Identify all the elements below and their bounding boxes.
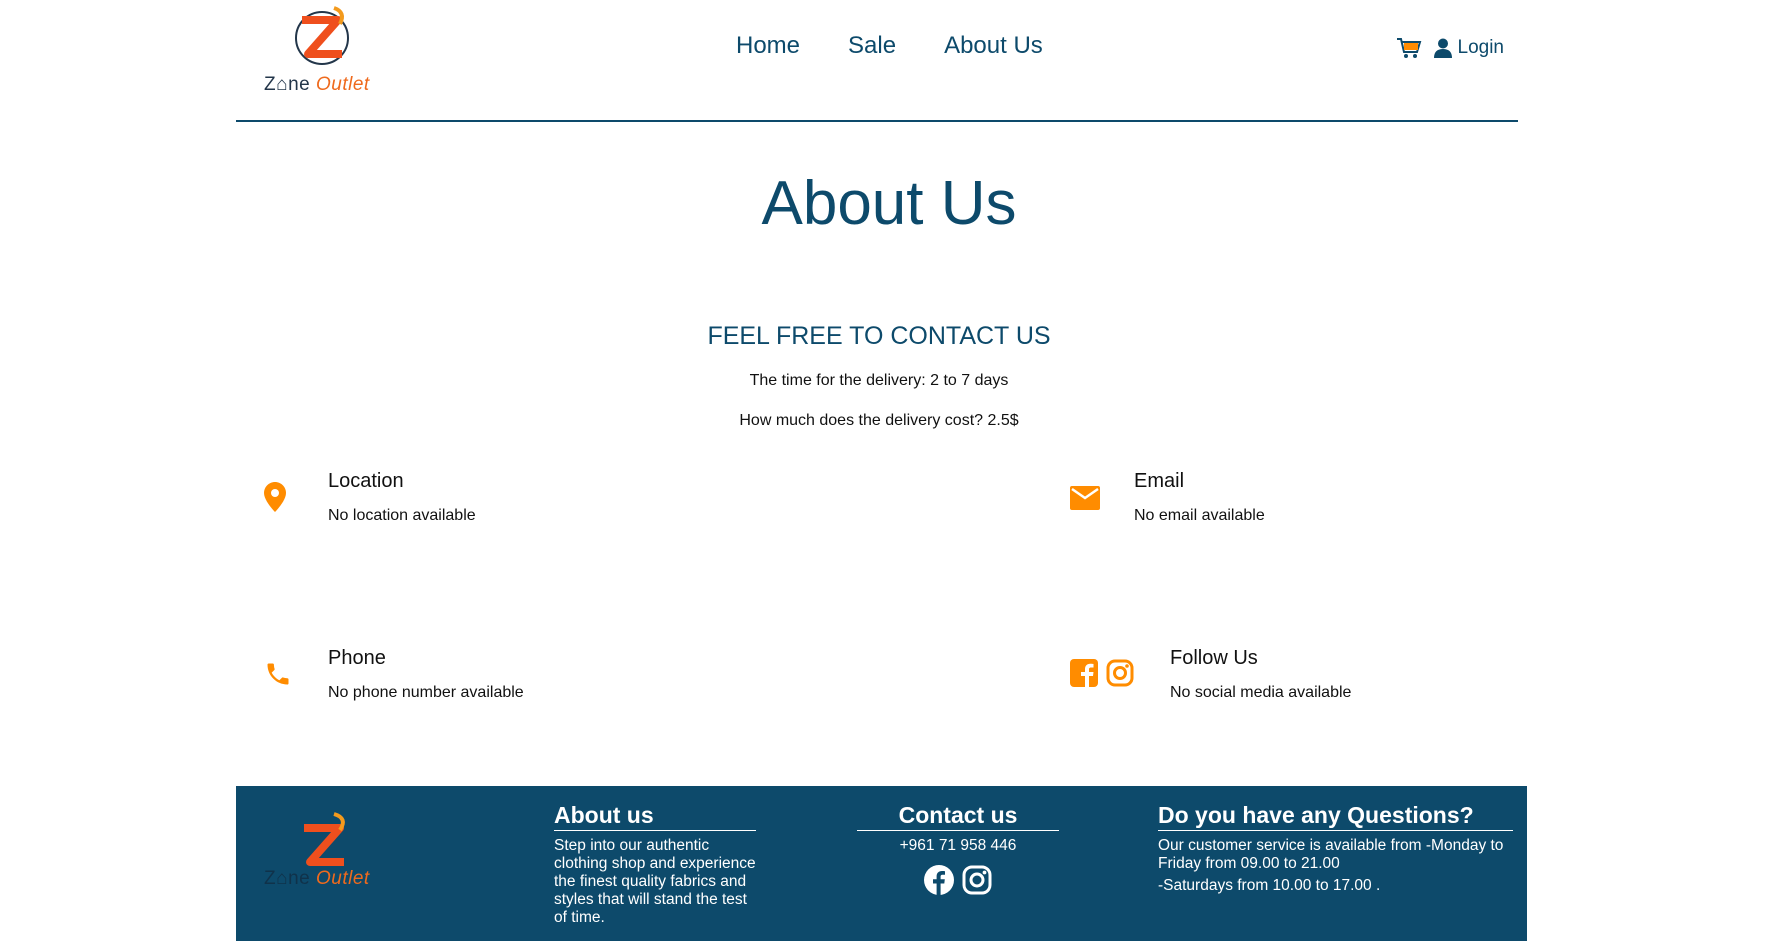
brand-name-zone: Z⌂ne — [264, 74, 311, 95]
footer-facebook-icon[interactable] — [924, 865, 954, 895]
page-title: About Us — [761, 169, 1017, 238]
email-value: No email available — [1134, 507, 1265, 524]
follow-value: No social media available — [1170, 684, 1352, 701]
footer-about: About us Step into our authentic clothin… — [554, 802, 756, 927]
brand-name: Z⌂ne Outlet — [264, 74, 370, 96]
envelope-icon — [1070, 486, 1100, 510]
brand-name-outlet: Outlet — [316, 74, 370, 95]
footer-instagram-icon[interactable] — [962, 865, 992, 895]
login-button[interactable]: Login — [1433, 37, 1505, 59]
delivery-time-text: The time for the delivery: 2 to 7 days — [749, 372, 1009, 389]
footer-contact: Contact us +961 71 958 446 — [857, 802, 1059, 895]
footer-questions: Do you have any Questions? Our customer … — [1158, 802, 1513, 895]
nav-home[interactable]: Home — [736, 32, 800, 60]
delivery-cost-text: How much does the delivery cost? 2.5$ — [739, 412, 1019, 429]
footer-brand-name-outlet: Outlet — [316, 868, 370, 889]
cart-icon[interactable] — [1396, 36, 1422, 60]
nav-about-us[interactable]: About Us — [944, 32, 1043, 60]
footer-social-links — [857, 865, 1059, 895]
site-header: Z⌂ne Outlet Home Sale About Us Login — [236, 0, 1518, 122]
footer-logo-emblem-icon — [304, 812, 345, 866]
phone-icon — [267, 663, 289, 685]
contact-heading: FEEL FREE TO CONTACT US — [707, 322, 1051, 350]
map-pin-icon — [264, 482, 286, 512]
footer-hours-saturday: -Saturdays from 10.00 to 17.00 . — [1158, 877, 1381, 894]
phone-value: No phone number available — [328, 684, 524, 701]
brand-logo[interactable]: Z⌂ne Outlet — [264, 2, 392, 98]
nav-sale[interactable]: Sale — [848, 32, 896, 60]
footer-brand-name-zone: Z⌂ne — [264, 868, 311, 889]
instagram-icon[interactable] — [1106, 659, 1134, 687]
facebook-icon[interactable] — [1070, 659, 1098, 687]
footer-brand-name: Z⌂ne Outlet — [264, 868, 370, 890]
location-title: Location — [328, 470, 404, 492]
login-label: Login — [1457, 37, 1505, 58]
location-value: No location available — [328, 507, 476, 524]
main-nav: Home Sale About Us — [736, 32, 1043, 60]
footer-about-text: Step into our authentic clothing shop an… — [554, 837, 756, 926]
user-area: Login — [1396, 36, 1505, 60]
footer-questions-heading: Do you have any Questions? — [1158, 802, 1513, 831]
footer-phone: +961 71 958 446 — [899, 837, 1017, 854]
footer-logo[interactable]: Z⌂ne Outlet — [264, 810, 392, 906]
logo-emblem-icon — [295, 6, 349, 65]
phone-title: Phone — [328, 647, 386, 669]
user-icon — [1433, 38, 1452, 58]
follow-title: Follow Us — [1170, 647, 1258, 669]
site-footer: Z⌂ne Outlet About us Step into our authe… — [236, 786, 1527, 941]
email-title: Email — [1134, 470, 1185, 492]
footer-contact-heading: Contact us — [857, 802, 1059, 831]
footer-about-heading: About us — [554, 802, 756, 831]
footer-hours-weekdays: Our customer service is available from -… — [1158, 837, 1504, 872]
